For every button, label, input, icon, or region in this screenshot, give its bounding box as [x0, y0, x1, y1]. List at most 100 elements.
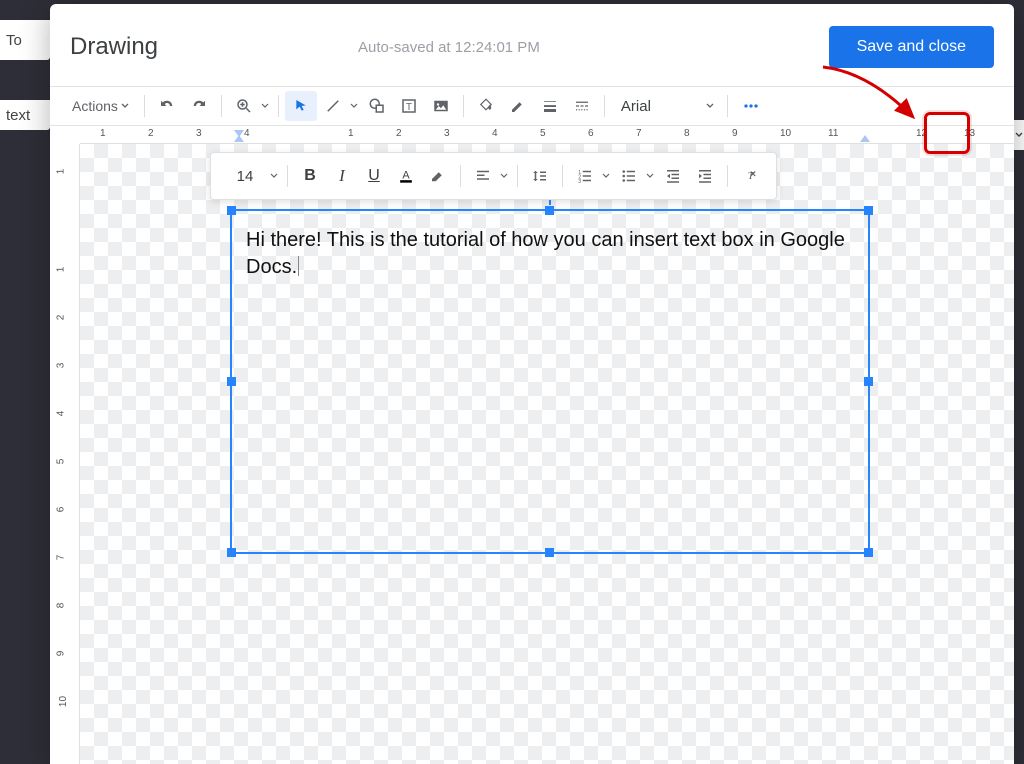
bulleted-list-icon: [620, 167, 638, 185]
textbox-content[interactable]: Hi there! This is the tutorial of how yo…: [232, 211, 868, 297]
italic-icon: I: [339, 166, 345, 186]
font-family-select[interactable]: Arial: [611, 98, 721, 115]
border-weight-icon: [541, 97, 559, 115]
dialog-title: Drawing: [70, 33, 158, 61]
separator: [562, 165, 563, 187]
bold-icon: B: [304, 167, 316, 185]
pencil-icon: [509, 97, 527, 115]
numbered-list-button[interactable]: 123: [569, 161, 601, 191]
separator: [727, 95, 728, 117]
drawing-dialog: Drawing Auto-saved at 12:24:01 PM Save a…: [50, 4, 1014, 764]
line-spacing-icon: [531, 167, 549, 185]
underline-button[interactable]: U: [358, 161, 390, 191]
separator: [221, 95, 222, 117]
border-dash-button[interactable]: [566, 91, 598, 121]
resize-handle-br[interactable]: [864, 548, 873, 557]
align-dropdown[interactable]: [497, 172, 511, 180]
highlight-color-button[interactable]: [422, 161, 454, 191]
resize-handle-rm[interactable]: [864, 377, 873, 386]
zoom-button[interactable]: [228, 91, 260, 121]
line-tool[interactable]: [317, 91, 349, 121]
main-toolbar: Actions T: [50, 86, 1014, 126]
textbox-text: Hi there! This is the tutorial of how yo…: [246, 229, 845, 278]
separator: [463, 95, 464, 117]
bulleted-list-button[interactable]: [613, 161, 645, 191]
image-tool[interactable]: [425, 91, 457, 121]
zoom-icon: [235, 97, 253, 115]
separator: [604, 95, 605, 117]
resize-handle-tl[interactable]: [227, 206, 236, 215]
line-icon: [324, 97, 342, 115]
actions-label: Actions: [72, 98, 118, 114]
image-icon: [432, 97, 450, 115]
textbox-selection[interactable]: Hi there! This is the tutorial of how yo…: [230, 209, 870, 554]
separator: [144, 95, 145, 117]
redo-icon: [190, 97, 208, 115]
cursor-icon: [293, 98, 309, 114]
numbered-list-icon: 123: [576, 167, 594, 185]
border-color-button[interactable]: [502, 91, 534, 121]
separator: [460, 165, 461, 187]
resize-handle-bm[interactable]: [545, 548, 554, 557]
background-collapse-icon: [1014, 120, 1024, 150]
drawing-canvas-area: 1 2 3 4 1 2 3 4 5 6 7 8 9 10 11 12 13 1 …: [50, 126, 1014, 764]
select-tool[interactable]: [285, 91, 317, 121]
border-dash-icon: [573, 97, 591, 115]
fill-icon: [477, 97, 495, 115]
redo-button[interactable]: [183, 91, 215, 121]
align-button[interactable]: [467, 161, 499, 191]
text-caret: [298, 256, 299, 276]
italic-button[interactable]: I: [326, 161, 358, 191]
svg-text:T: T: [406, 102, 412, 113]
vertical-ruler: 1 1 2 3 4 5 6 7 8 9 10: [50, 144, 80, 764]
horizontal-ruler: 1 2 3 4 1 2 3 4 5 6 7 8 9 10 11 12 13: [80, 126, 1014, 144]
align-left-icon: [474, 167, 492, 185]
more-button[interactable]: [734, 91, 768, 121]
decrease-indent-button[interactable]: [657, 161, 689, 191]
line-dropdown[interactable]: [347, 102, 361, 110]
canvas[interactable]: Hi there! This is the tutorial of how yo…: [80, 144, 1014, 764]
bold-button[interactable]: B: [294, 161, 326, 191]
separator: [287, 165, 288, 187]
indent-marker-left[interactable]: [234, 135, 244, 142]
resize-handle-bl[interactable]: [227, 548, 236, 557]
background-tab: text: [0, 100, 50, 130]
resize-handle-tr[interactable]: [864, 206, 873, 215]
text-color-icon: A: [396, 166, 416, 186]
text-color-button[interactable]: A: [390, 161, 422, 191]
line-spacing-button[interactable]: [524, 161, 556, 191]
increase-indent-button[interactable]: [689, 161, 721, 191]
bulleted-list-dropdown[interactable]: [643, 172, 657, 180]
font-size-select[interactable]: 14: [221, 168, 269, 185]
clear-formatting-button[interactable]: T: [734, 161, 766, 191]
underline-icon: U: [368, 167, 380, 185]
zoom-dropdown[interactable]: [258, 102, 272, 110]
fill-color-button[interactable]: [470, 91, 502, 121]
text-format-toolbar: 14 B I U A 123 T: [210, 152, 777, 200]
indent-marker-right[interactable]: [860, 135, 870, 142]
increase-indent-icon: [696, 167, 714, 185]
undo-icon: [158, 97, 176, 115]
textbox-icon: T: [400, 97, 418, 115]
dialog-header: Drawing Auto-saved at 12:24:01 PM Save a…: [50, 4, 1014, 86]
svg-text:A: A: [402, 170, 410, 182]
shape-tool[interactable]: [361, 91, 393, 121]
font-family-label: Arial: [621, 98, 651, 115]
font-size-dropdown[interactable]: [267, 172, 281, 180]
numbered-list-dropdown[interactable]: [599, 172, 613, 180]
svg-text:3: 3: [578, 179, 581, 185]
decrease-indent-icon: [664, 167, 682, 185]
actions-menu[interactable]: Actions: [64, 91, 138, 121]
save-and-close-button[interactable]: Save and close: [829, 26, 994, 68]
separator: [727, 165, 728, 187]
clear-formatting-icon: T: [741, 167, 759, 185]
undo-button[interactable]: [151, 91, 183, 121]
font-size-value: 14: [237, 168, 254, 185]
resize-handle-tm[interactable]: [545, 206, 554, 215]
resize-handle-lm[interactable]: [227, 377, 236, 386]
autosave-status: Auto-saved at 12:24:01 PM: [158, 39, 829, 56]
shape-icon: [368, 97, 386, 115]
more-icon: [741, 96, 761, 116]
border-weight-button[interactable]: [534, 91, 566, 121]
textbox-tool[interactable]: T: [393, 91, 425, 121]
